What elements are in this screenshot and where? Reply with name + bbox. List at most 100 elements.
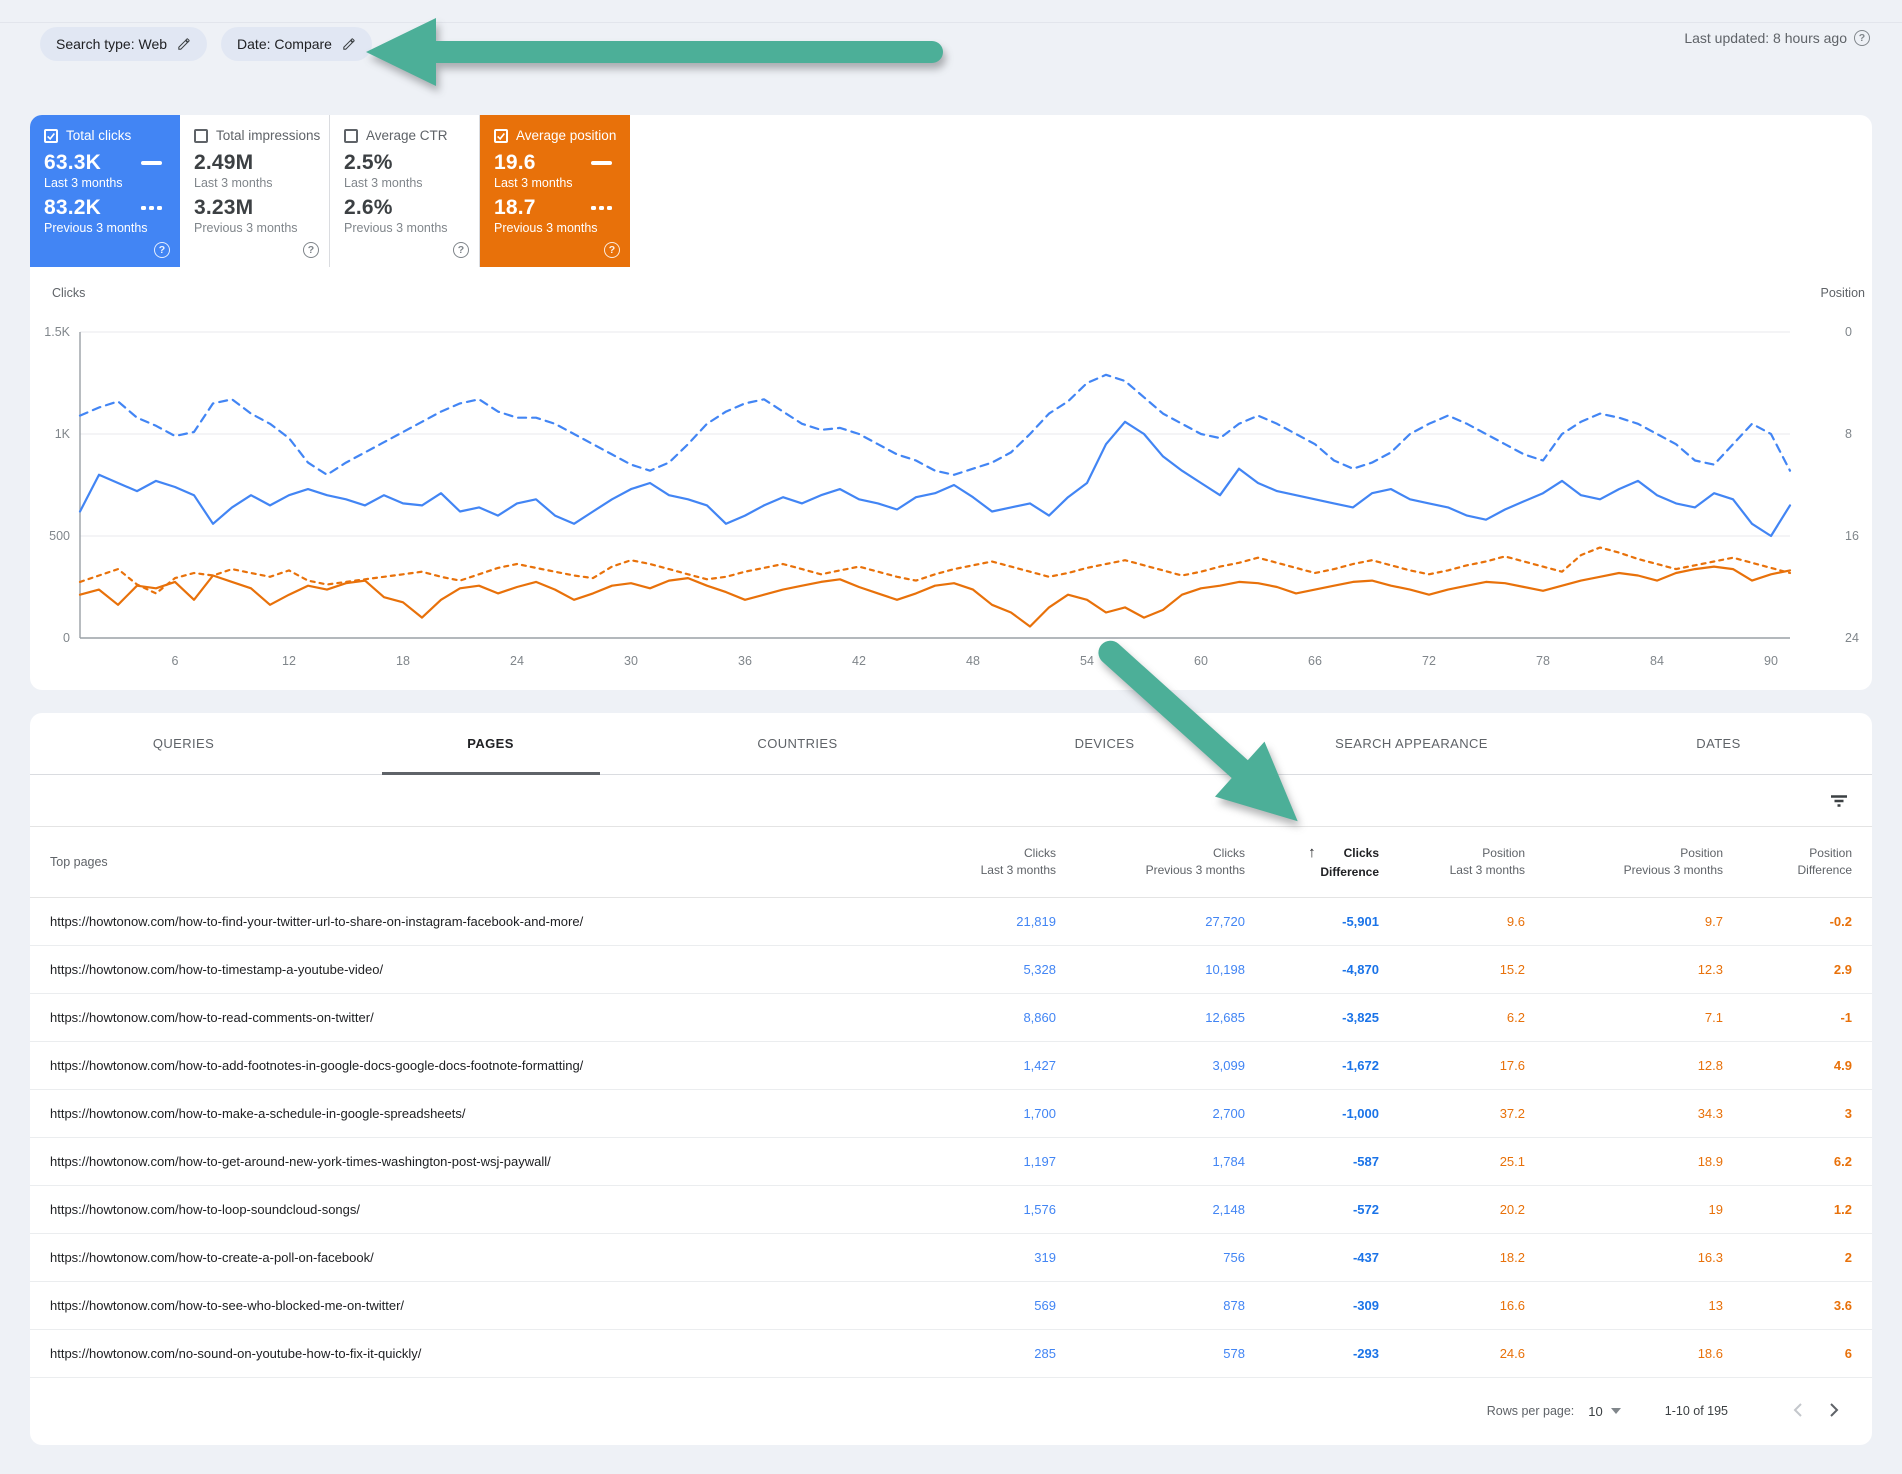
series-Clicks - Last 3 months bbox=[80, 422, 1790, 536]
dashed-line-legend-icon bbox=[591, 206, 612, 210]
position-difference-cell: 2 bbox=[1723, 1250, 1852, 1265]
page-url[interactable]: https://howtonow.com/no-sound-on-youtube… bbox=[30, 1346, 856, 1361]
metric-card-total-clicks[interactable]: Total clicks 63.3K Last 3 months 83.2K P… bbox=[30, 115, 180, 267]
position-previous-cell: 7.1 bbox=[1525, 1010, 1723, 1025]
previous-page-button[interactable] bbox=[1786, 1398, 1809, 1425]
position-difference-cell: 3 bbox=[1723, 1106, 1852, 1121]
table-row[interactable]: https://howtonow.com/no-sound-on-youtube… bbox=[30, 1330, 1872, 1378]
date-chip-label: Date: Compare bbox=[237, 36, 332, 52]
column-header-clicks-last[interactable]: ClicksLast 3 months bbox=[856, 847, 1056, 877]
metric-card-label: Total clicks bbox=[66, 128, 131, 143]
page-url[interactable]: https://howtonow.com/how-to-timestamp-a-… bbox=[30, 962, 856, 977]
rows-per-page-select[interactable]: 10 bbox=[1588, 1404, 1620, 1419]
metric-previous-value: 3.23M bbox=[194, 196, 253, 220]
table-row[interactable]: https://howtonow.com/how-to-see-who-bloc… bbox=[30, 1282, 1872, 1330]
metric-current-value: 2.49M bbox=[194, 151, 253, 175]
page-url[interactable]: https://howtonow.com/how-to-get-around-n… bbox=[30, 1154, 856, 1169]
search-console-performance-page: Search type: Web Date: Compare Last upda… bbox=[0, 0, 1902, 1445]
metric-current-period: Last 3 months bbox=[44, 176, 168, 190]
search-type-filter-chip[interactable]: Search type: Web bbox=[40, 27, 207, 61]
clicks-difference-cell: -572 bbox=[1245, 1202, 1379, 1217]
performance-summary-panel: Total clicks 63.3K Last 3 months 83.2K P… bbox=[30, 115, 1872, 690]
metric-card-total-impressions[interactable]: Total impressions 2.49M Last 3 months 3.… bbox=[180, 115, 330, 267]
page-url[interactable]: https://howtonow.com/how-to-see-who-bloc… bbox=[30, 1298, 856, 1313]
search-type-chip-label: Search type: Web bbox=[56, 36, 167, 52]
position-last-cell: 9.6 bbox=[1379, 914, 1525, 929]
column-header-top-pages[interactable]: Top pages bbox=[30, 855, 856, 869]
position-difference-cell: 3.6 bbox=[1723, 1298, 1852, 1313]
column-header-clicks-difference[interactable]: ↑ClicksDifference bbox=[1245, 845, 1379, 879]
date-filter-chip[interactable]: Date: Compare bbox=[221, 27, 372, 61]
page-url[interactable]: https://howtonow.com/how-to-make-a-sched… bbox=[30, 1106, 856, 1121]
tab-countries[interactable]: COUNTRIES bbox=[644, 713, 951, 774]
clicks-last-cell: 1,427 bbox=[856, 1058, 1056, 1073]
svg-text:72: 72 bbox=[1422, 654, 1436, 668]
clicks-difference-cell: -1,672 bbox=[1245, 1058, 1379, 1073]
clicks-previous-cell: 12,685 bbox=[1056, 1010, 1245, 1025]
svg-text:16: 16 bbox=[1845, 529, 1859, 543]
checkbox-checked-icon bbox=[494, 129, 508, 143]
table-row[interactable]: https://howtonow.com/how-to-find-your-tw… bbox=[30, 898, 1872, 946]
table-row[interactable]: https://howtonow.com/how-to-timestamp-a-… bbox=[30, 946, 1872, 994]
table-row[interactable]: https://howtonow.com/how-to-make-a-sched… bbox=[30, 1090, 1872, 1138]
next-page-button[interactable] bbox=[1823, 1398, 1846, 1425]
tab-dates[interactable]: DATES bbox=[1565, 713, 1872, 774]
metric-current-value: 63.3K bbox=[44, 151, 101, 175]
position-last-cell: 16.6 bbox=[1379, 1298, 1525, 1313]
position-difference-cell: 4.9 bbox=[1723, 1058, 1852, 1073]
clicks-last-cell: 1,700 bbox=[856, 1106, 1056, 1121]
position-last-cell: 20.2 bbox=[1379, 1202, 1525, 1217]
tab-search-appearance[interactable]: SEARCH APPEARANCE bbox=[1258, 713, 1565, 774]
metric-current-value: 19.6 bbox=[494, 151, 536, 175]
clicks-previous-cell: 1,784 bbox=[1056, 1154, 1245, 1169]
svg-text:1.5K: 1.5K bbox=[44, 325, 70, 339]
clicks-difference-cell: -587 bbox=[1245, 1154, 1379, 1169]
metric-card-average-ctr[interactable]: Average CTR 2.5% Last 3 months 2.6% Prev… bbox=[330, 115, 480, 267]
page-url[interactable]: https://howtonow.com/how-to-find-your-tw… bbox=[30, 914, 856, 929]
tab-devices[interactable]: DEVICES bbox=[951, 713, 1258, 774]
help-icon[interactable]: ? bbox=[154, 242, 170, 258]
help-icon[interactable]: ? bbox=[453, 242, 469, 258]
clicks-difference-cell: -4,870 bbox=[1245, 962, 1379, 977]
help-icon[interactable]: ? bbox=[1854, 30, 1870, 46]
page-url[interactable]: https://howtonow.com/how-to-loop-soundcl… bbox=[30, 1202, 856, 1217]
clicks-previous-cell: 3,099 bbox=[1056, 1058, 1245, 1073]
metric-card-average-position[interactable]: Average position 19.6 Last 3 months 18.7… bbox=[480, 115, 630, 267]
dashed-line-legend-icon bbox=[141, 206, 162, 210]
help-icon[interactable]: ? bbox=[604, 242, 620, 258]
position-previous-cell: 12.8 bbox=[1525, 1058, 1723, 1073]
metric-cards: Total clicks 63.3K Last 3 months 83.2K P… bbox=[30, 115, 1872, 267]
column-header-position-last[interactable]: PositionLast 3 months bbox=[1379, 847, 1525, 877]
dimensions-table-panel: QUERIES PAGES COUNTRIES DEVICES SEARCH A… bbox=[30, 713, 1872, 1445]
tab-queries[interactable]: QUERIES bbox=[30, 713, 337, 774]
page-url[interactable]: https://howtonow.com/how-to-add-footnote… bbox=[30, 1058, 856, 1073]
clicks-difference-cell: -1,000 bbox=[1245, 1106, 1379, 1121]
help-icon[interactable]: ? bbox=[303, 242, 319, 258]
metric-previous-value: 83.2K bbox=[44, 196, 101, 220]
clicks-previous-cell: 10,198 bbox=[1056, 962, 1245, 977]
page-url[interactable]: https://howtonow.com/how-to-create-a-pol… bbox=[30, 1250, 856, 1265]
table-row[interactable]: https://howtonow.com/how-to-get-around-n… bbox=[30, 1138, 1872, 1186]
metric-current-value: 2.5% bbox=[344, 151, 393, 175]
clicks-axis-label: Clicks bbox=[52, 286, 85, 300]
pagination-range: 1-10 of 195 bbox=[1665, 1404, 1728, 1418]
table-row[interactable]: https://howtonow.com/how-to-create-a-pol… bbox=[30, 1234, 1872, 1282]
column-header-clicks-previous[interactable]: ClicksPrevious 3 months bbox=[1056, 847, 1245, 877]
column-header-position-previous[interactable]: PositionPrevious 3 months bbox=[1525, 847, 1723, 877]
filter-rows-button[interactable] bbox=[1826, 789, 1852, 816]
page-url[interactable]: https://howtonow.com/how-to-read-comment… bbox=[30, 1010, 856, 1025]
solid-line-legend-icon bbox=[591, 161, 612, 165]
position-previous-cell: 12.3 bbox=[1525, 962, 1723, 977]
series-Clicks - Previous 3 months bbox=[80, 375, 1790, 475]
position-difference-cell: -0.2 bbox=[1723, 914, 1852, 929]
position-previous-cell: 34.3 bbox=[1525, 1106, 1723, 1121]
tab-pages[interactable]: PAGES bbox=[337, 713, 644, 774]
table-row[interactable]: https://howtonow.com/how-to-loop-soundcl… bbox=[30, 1186, 1872, 1234]
table-row[interactable]: https://howtonow.com/how-to-read-comment… bbox=[30, 994, 1872, 1042]
position-last-cell: 24.6 bbox=[1379, 1346, 1525, 1361]
column-header-position-difference[interactable]: PositionDifference bbox=[1723, 847, 1852, 877]
position-difference-cell: 2.9 bbox=[1723, 962, 1852, 977]
table-row[interactable]: https://howtonow.com/how-to-add-footnote… bbox=[30, 1042, 1872, 1090]
metric-previous-period: Previous 3 months bbox=[494, 221, 618, 235]
edit-pencil-icon bbox=[176, 37, 191, 52]
